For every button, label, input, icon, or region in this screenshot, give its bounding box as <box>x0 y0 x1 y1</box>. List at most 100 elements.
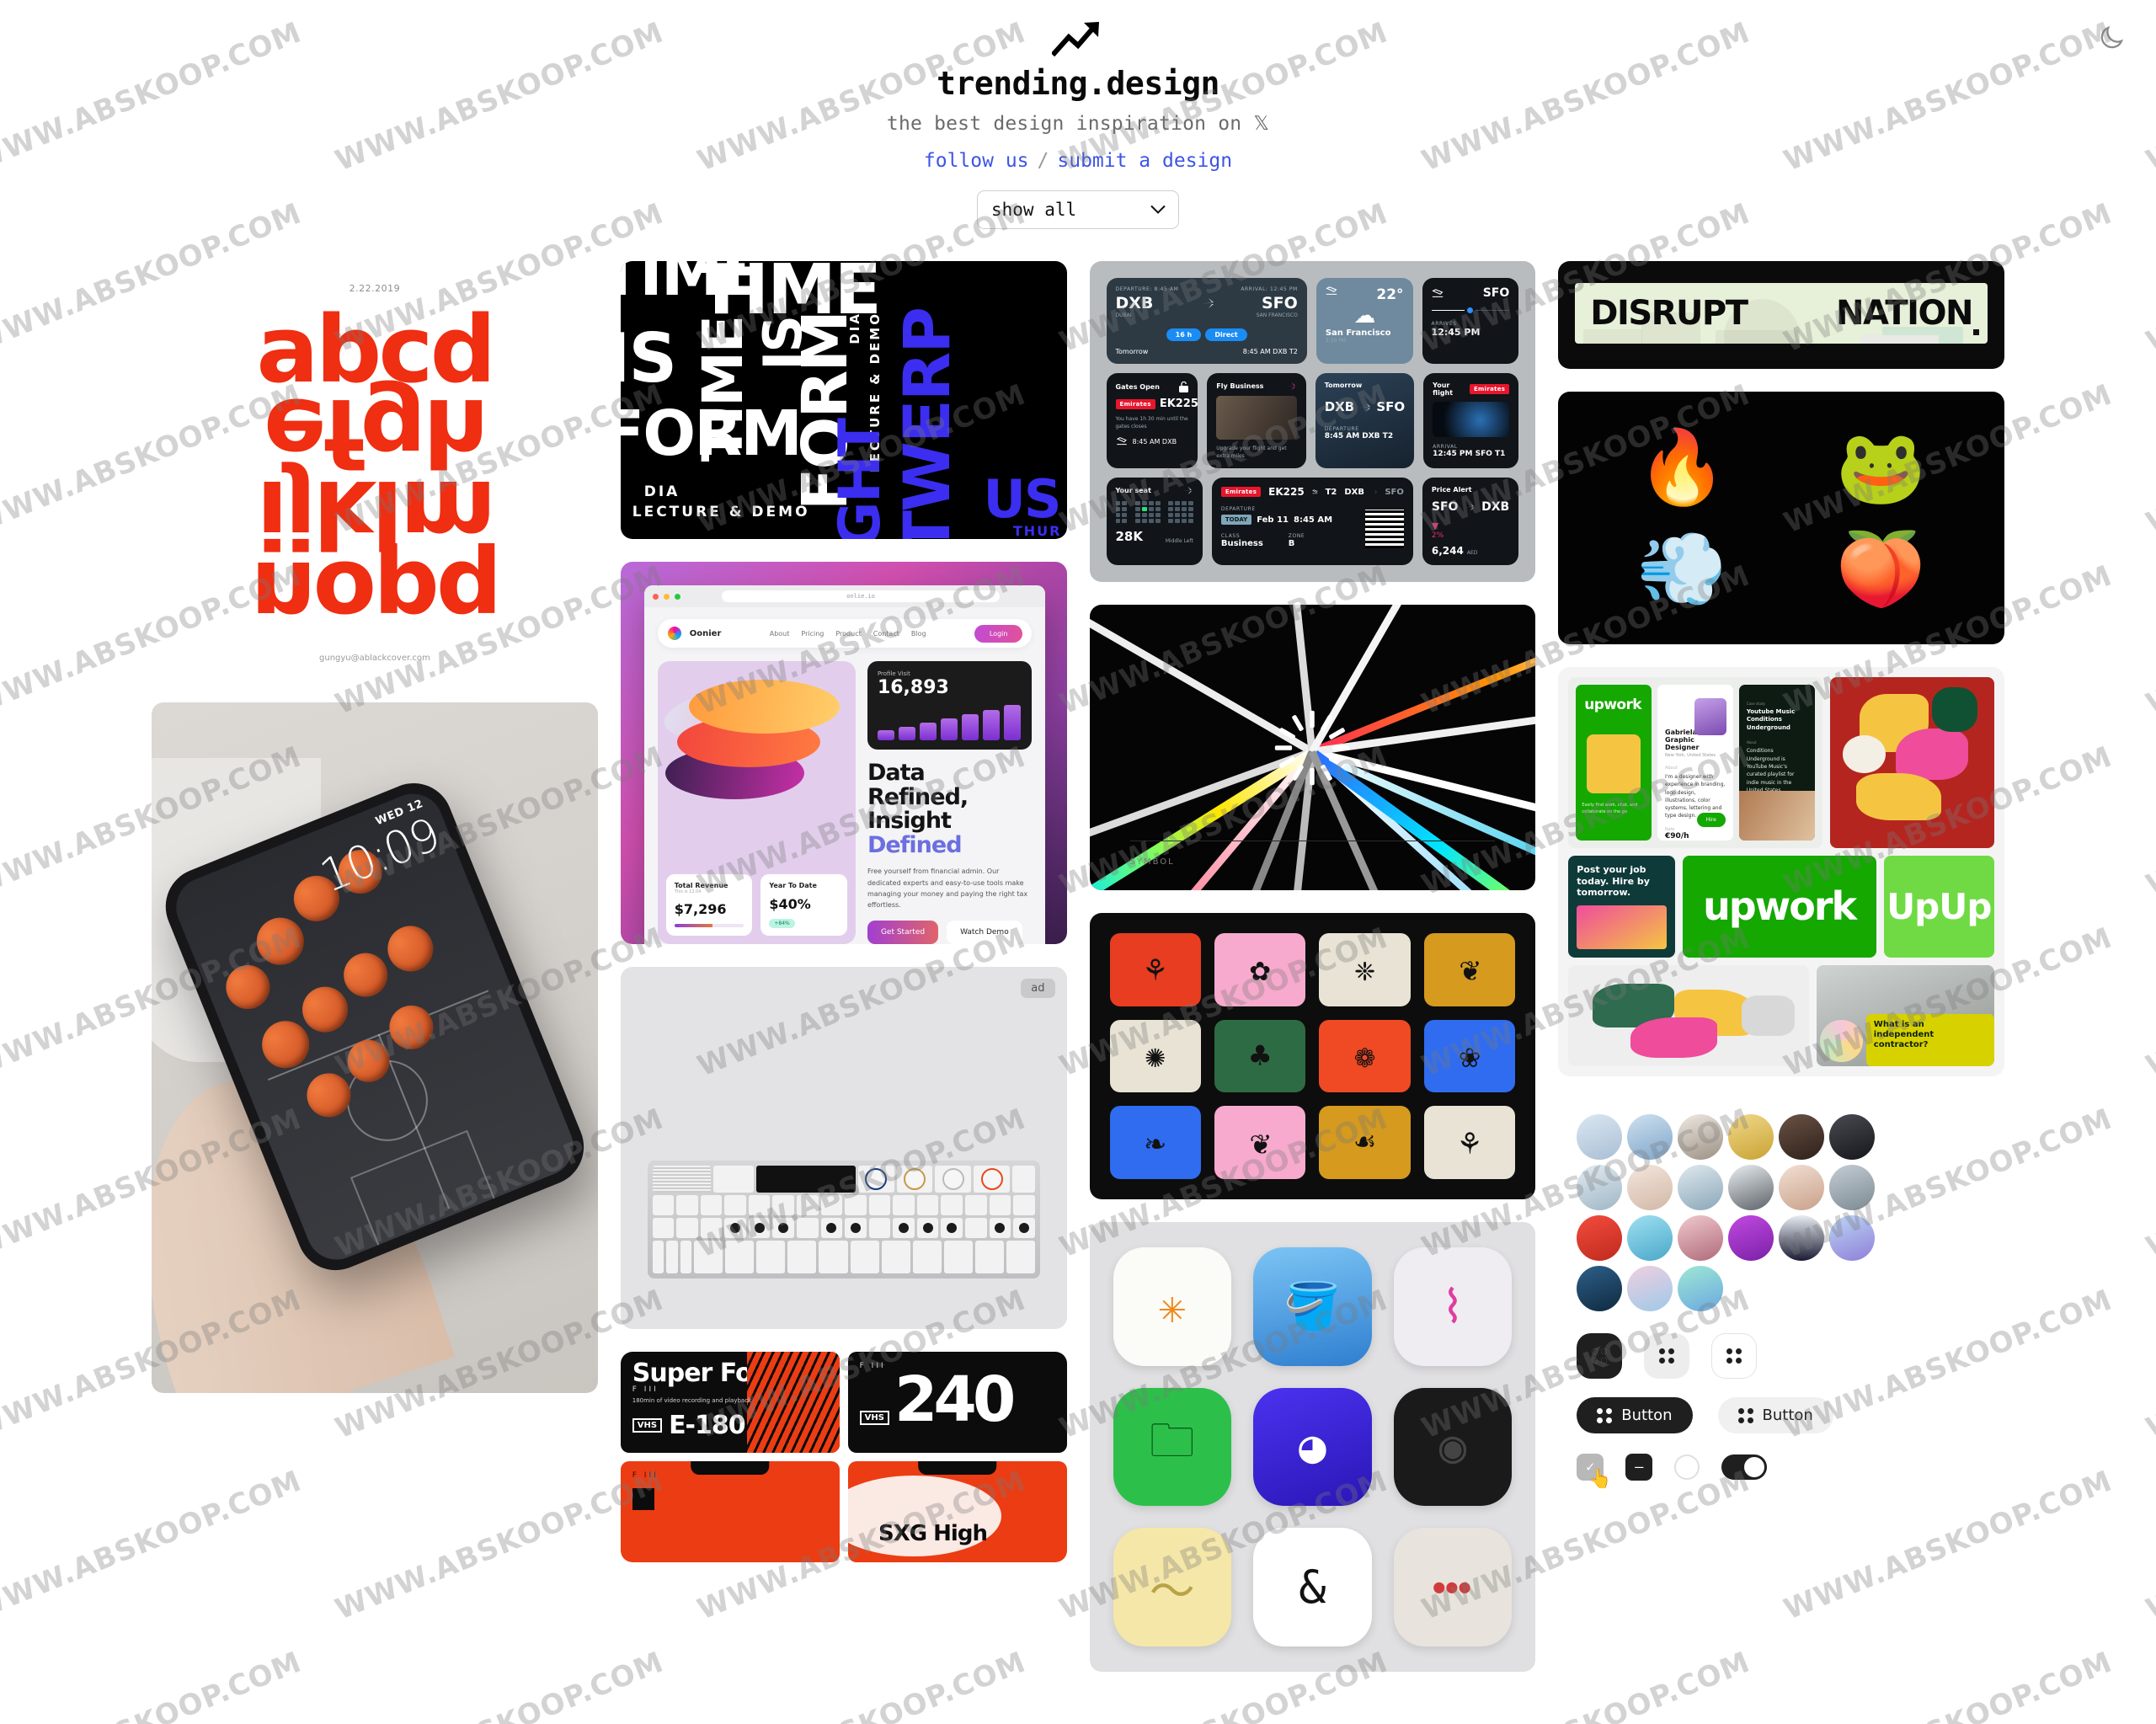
laptop-screen: DISRUPT NATION LIMINAL → <box>1575 283 1988 344</box>
radio-button[interactable] <box>1674 1454 1700 1481</box>
watch-demo-button[interactable]: Watch Demo <box>947 921 1022 945</box>
grid-icon-button-outline[interactable] <box>1711 1333 1758 1380</box>
brand-name: Oonier <box>689 628 722 638</box>
landing-plane-icon <box>1311 489 1318 494</box>
hire-button[interactable]: Hire <box>1696 812 1726 827</box>
upwork-contractor-banner: What is an independent contractor? upwor… <box>1865 1013 1994 1067</box>
watermark-text: WWW.ABSKOOP.COM <box>2141 558 2156 722</box>
bp-class-label: CLASS <box>1220 533 1241 539</box>
landing-plane-icon <box>1431 288 1443 297</box>
peach-3d-icon: 🍑 <box>1835 527 1926 611</box>
gallery-card-flight-widgets[interactable]: DEPARTURE: 8:45 AM ARRIVAL: 12:45 PM DXB… <box>1089 261 1536 582</box>
stops-badge: Direct <box>1205 328 1247 341</box>
nav-item[interactable]: Product <box>835 630 861 638</box>
nav-item[interactable]: About <box>770 630 790 638</box>
primary-button-label: Button <box>1621 1406 1673 1425</box>
stat-value: $7,296 <box>674 901 727 918</box>
submit-design-link[interactable]: submit a design <box>1057 150 1232 172</box>
bp-origin: DXB <box>1344 487 1364 497</box>
grid-icon-button-ghost[interactable] <box>1577 1333 1622 1379</box>
dark-mode-toggle[interactable] <box>2097 24 2126 52</box>
close-icon <box>652 593 659 600</box>
hero-visual: Total Revenue This is 12.04 $7,296 Year … <box>657 661 856 945</box>
watermark-text: WWW.ABSKOOP.COM <box>2141 1283 2156 1446</box>
arrival-label: ARRIVAL: 12:45 PM <box>1241 286 1298 292</box>
bp-zone: B <box>1288 539 1295 548</box>
nav-item[interactable]: Pricing <box>801 630 824 638</box>
nav-item[interactable]: Blog <box>911 630 926 638</box>
botanical-tile: ⚘ <box>1423 1106 1516 1180</box>
phone-tagline: Easily find work, chat, and collaborate … <box>1582 803 1638 814</box>
avatar <box>1577 1114 1623 1161</box>
op1-display <box>756 1166 856 1193</box>
visit-bar-chart <box>877 705 1022 740</box>
vhs-subtitle: 180min of video recording and playback <box>632 1396 752 1404</box>
bp-class: Business <box>1220 539 1263 548</box>
window-basket-icon: ●●● <box>1393 1528 1513 1647</box>
gallery-card-disrupt-nation[interactable]: DISRUPT NATION LIMINAL → <box>1558 261 2004 369</box>
botanical-tile: ☙ <box>1319 1106 1411 1180</box>
smoke-cloud-3d-icon: 💨 <box>1636 527 1727 611</box>
price-trend-down-icon: ▼ <box>1431 520 1439 531</box>
gates-detail: 8:45 AM DXB <box>1132 437 1177 446</box>
watermark-text: WWW.ABSKOOP.COM <box>2142 1645 2156 1724</box>
poster-city: ANTWERP <box>889 308 964 539</box>
browser-url[interactable]: onlie.io <box>722 590 1001 602</box>
gallery-card-app-icons[interactable]: ✳ 🪣 ⌇ 🗀 ◕ ◉ 〜 & ●●● <box>1089 1222 1536 1672</box>
follow-us-link[interactable]: follow us <box>924 150 1029 172</box>
get-started-button[interactable]: Get Started <box>867 921 939 945</box>
object-grid: 🔥 🐸 💨 🍑 <box>1587 420 1976 616</box>
category-filter-select[interactable]: show all <box>977 190 1179 229</box>
widget-row: DEPARTURE: 8:45 AM ARRIVAL: 12:45 PM DXB… <box>1106 278 1519 364</box>
gallery-card-radial-symbol[interactable]: SYMBOL <box>1089 605 1536 891</box>
visit-value: 16,893 <box>877 677 949 698</box>
profile-visit-card: Profile Visit 16,893 <box>867 661 1032 750</box>
bp-dep-label: DEPARTURE <box>1220 506 1256 512</box>
cursor-dot-icon <box>1973 329 1979 335</box>
gallery-card-typography[interactable]: 2.22.2019 abcd efgh ijklm nopq gungyu@ab… <box>152 261 598 681</box>
gallery-card-ui-kit[interactable]: Button Button ✓ 👆 – <box>1558 1099 2004 1503</box>
upwork-upup-mark: UpUp <box>1883 855 1994 958</box>
departure-label: DEPARTURE: 8:45 AM <box>1115 286 1179 292</box>
avatar <box>1577 1165 1623 1211</box>
checkbox-indeterminate[interactable]: – <box>1625 1454 1653 1481</box>
vhs-chip: VHS <box>632 1417 663 1433</box>
gallery-card-dashboard[interactable]: onlie.io Oonier About Pricing Product Co… <box>620 562 1067 945</box>
avatar <box>1627 1215 1673 1262</box>
maximize-icon <box>674 593 680 600</box>
avatar-group <box>1577 1114 1905 1312</box>
origin-code: DXB <box>1115 294 1154 312</box>
poster-night: GHT <box>826 419 894 539</box>
gallery-card-vhs-covers[interactable]: Super Fomo F III 180min of video recordi… <box>620 1352 1067 1563</box>
avatar <box>1779 1165 1825 1211</box>
bp-date: Feb 11 <box>1257 515 1289 525</box>
gallery-card-apple-watch[interactable]: WED 12 10:09 <box>152 702 598 1394</box>
avatar <box>1829 1114 1876 1161</box>
gallery-card-botanical-icons[interactable]: ⚘ ✿ ❈ ❦ ✺ ♣ ❁ ❀ ❧ ❦ ☙ ⚘ <box>1089 913 1536 1200</box>
hero-headline: Data Refined, Insight Defined <box>867 761 1032 857</box>
gallery-card-upwork-brand[interactable]: upwork Easily find work, chat, and colla… <box>1558 667 2004 1077</box>
nav-item[interactable]: Contact <box>873 630 899 638</box>
airline-badge: Emirates <box>1469 384 1510 394</box>
grid-icon-button-gray[interactable] <box>1644 1333 1690 1380</box>
primary-button[interactable]: Button <box>1577 1397 1693 1434</box>
watermark-text: WWW.ABSKOOP.COM <box>2141 739 2156 903</box>
icon-button-row <box>1577 1333 1986 1380</box>
phone-screen-article: Case study Youtube Music Conditions Unde… <box>1738 685 1815 841</box>
gallery-card-synth-ad[interactable]: ad <box>620 967 1067 1330</box>
visit-label: Profile Visit <box>877 670 910 677</box>
widget-tomorrow: Tomorrow DXB SFO DEPARTURE 8:45 AM DXB T… <box>1315 373 1415 468</box>
login-button[interactable]: Login <box>974 624 1023 643</box>
bp-time: 8:45 AM <box>1293 515 1333 525</box>
secondary-button[interactable]: Button <box>1717 1397 1833 1434</box>
gallery-card-time-is-form[interactable]: TIME TIME IS TIME IS FORM FORM DIA LECTU… <box>620 261 1067 539</box>
header-nav: follow us / submit a design <box>0 150 2156 172</box>
toggle-switch[interactable] <box>1721 1454 1768 1481</box>
vhs-title: SXG High <box>878 1520 988 1546</box>
widget-grid: DEPARTURE: 8:45 AM ARRIVAL: 12:45 PM DXB… <box>1106 278 1519 565</box>
phone-screen-app: upwork Easily find work, chat, and colla… <box>1576 685 1652 841</box>
gallery-card-3d-objects[interactable]: 🔥 🐸 💨 🍑 <box>1558 392 2004 644</box>
ampersand-icon: & <box>1253 1528 1372 1647</box>
widget-gates-open: Gates Open Emirates EK225 You have 1h 30… <box>1106 373 1198 468</box>
gates-body: You have 1h 30 min until the gates close… <box>1115 416 1188 430</box>
